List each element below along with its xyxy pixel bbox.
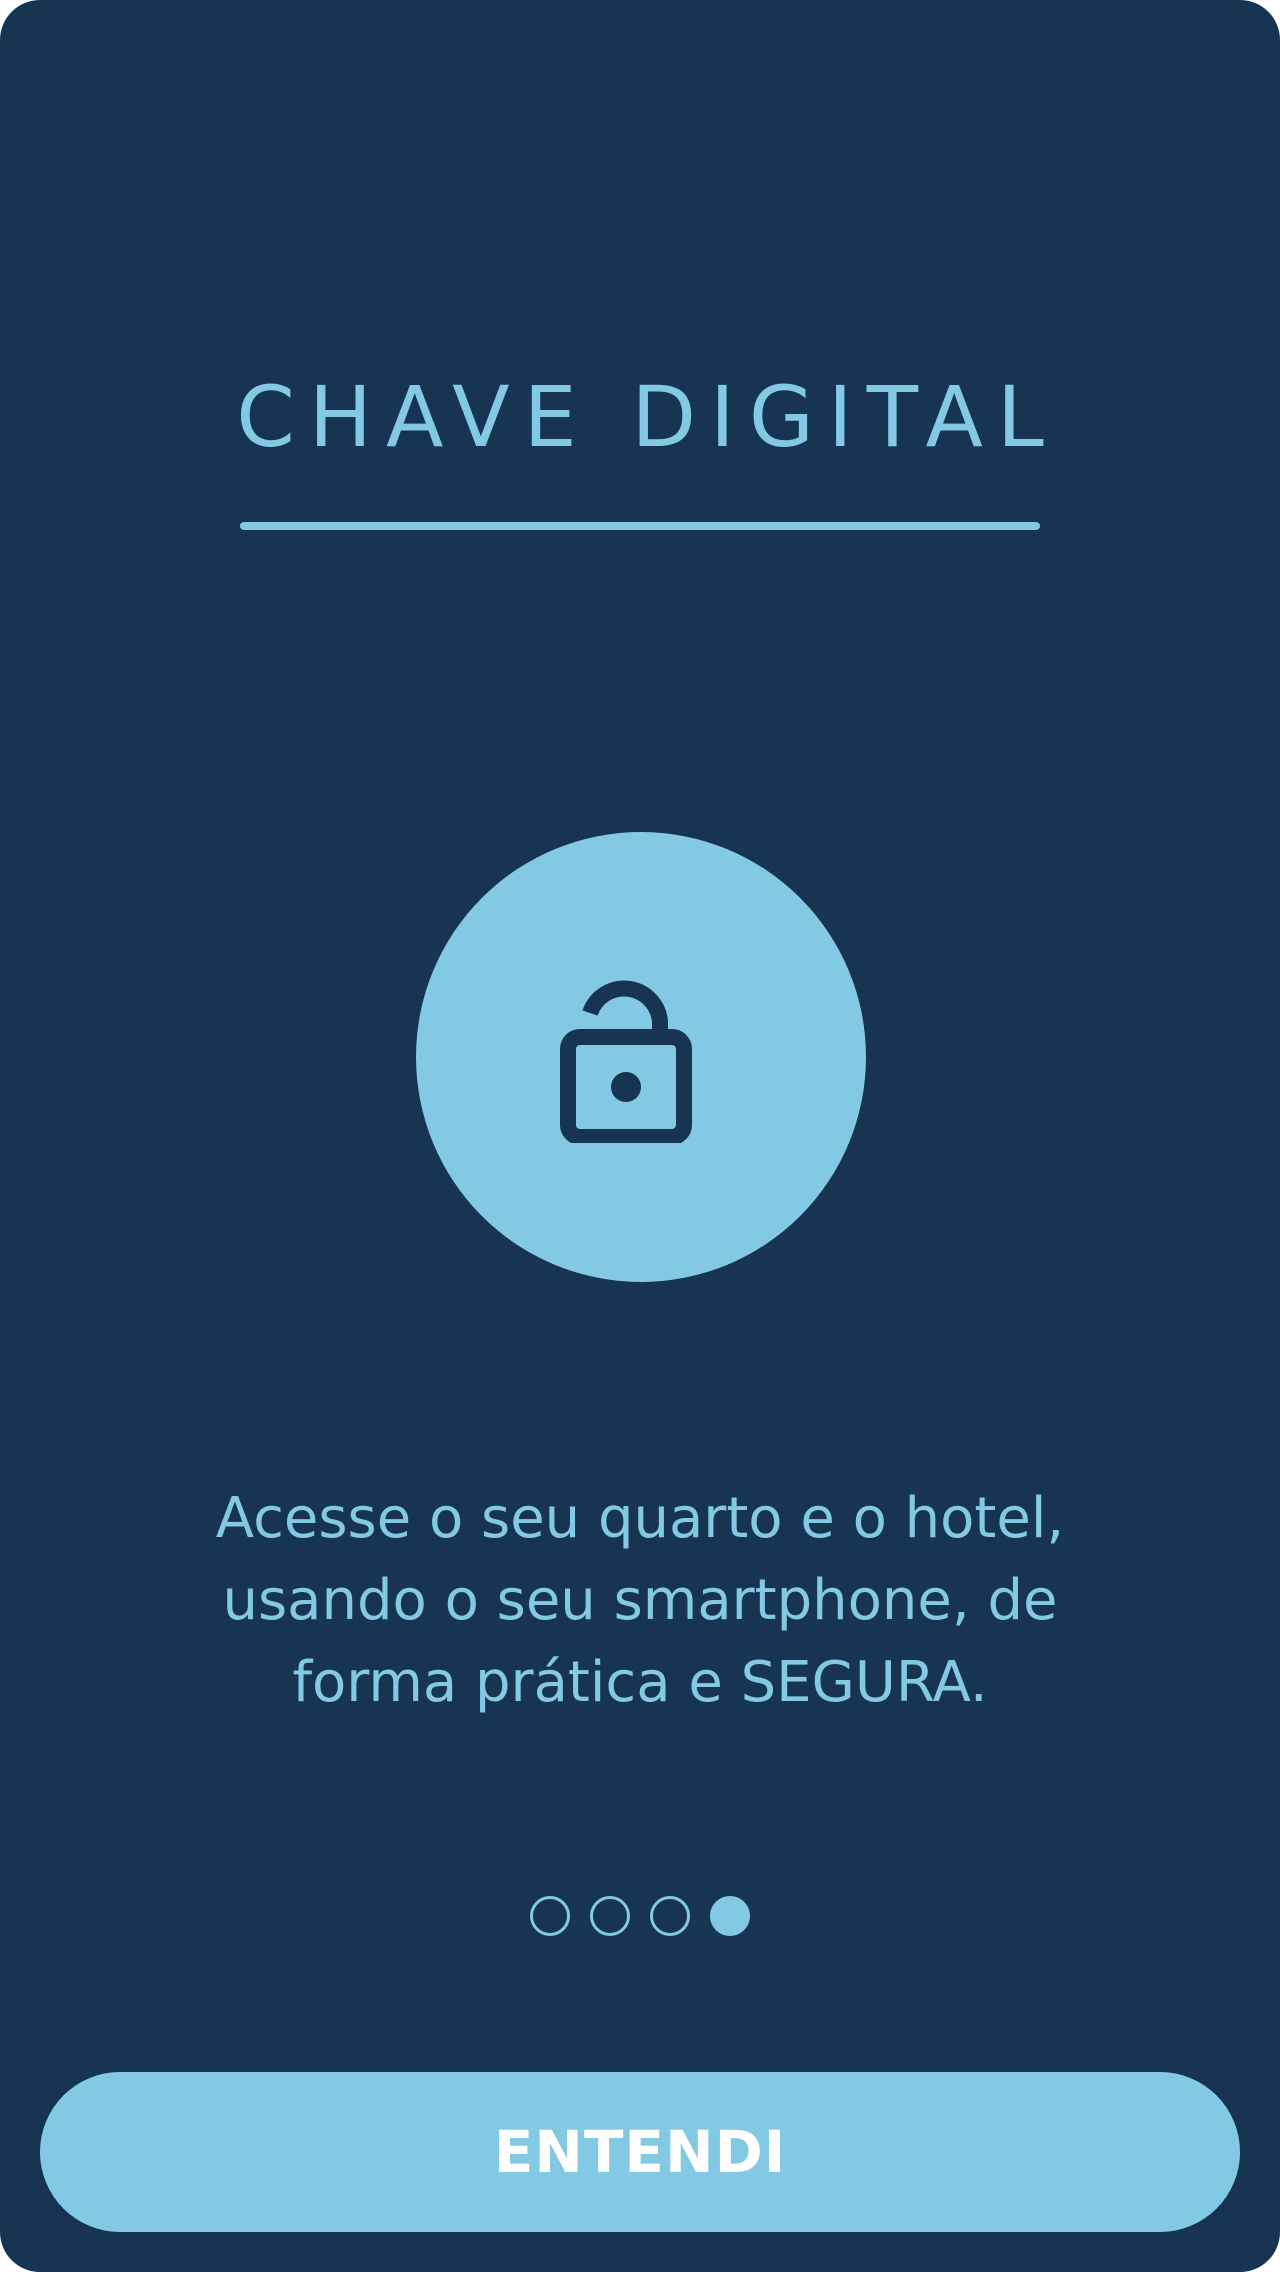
icon-badge: [416, 832, 866, 1282]
page-dot-1[interactable]: [530, 1896, 570, 1936]
page-dot-2[interactable]: [590, 1896, 630, 1936]
page-title: CHAVE DIGITAL: [236, 368, 1058, 466]
understood-button[interactable]: ENTENDI: [40, 2072, 1240, 2232]
page-dot-4-active[interactable]: [710, 1896, 750, 1936]
description-text: Acesse o seu quarto e o hotel, usando o …: [215, 1486, 1065, 1715]
lock-open-icon: [560, 980, 692, 1143]
onboarding-screen: CHAVE DIGITAL Acesse o seu quarto e o ho…: [0, 0, 1280, 2272]
page-dot-3[interactable]: [650, 1896, 690, 1936]
title-divider: [240, 522, 1040, 530]
page-indicator: [0, 1896, 1280, 1936]
